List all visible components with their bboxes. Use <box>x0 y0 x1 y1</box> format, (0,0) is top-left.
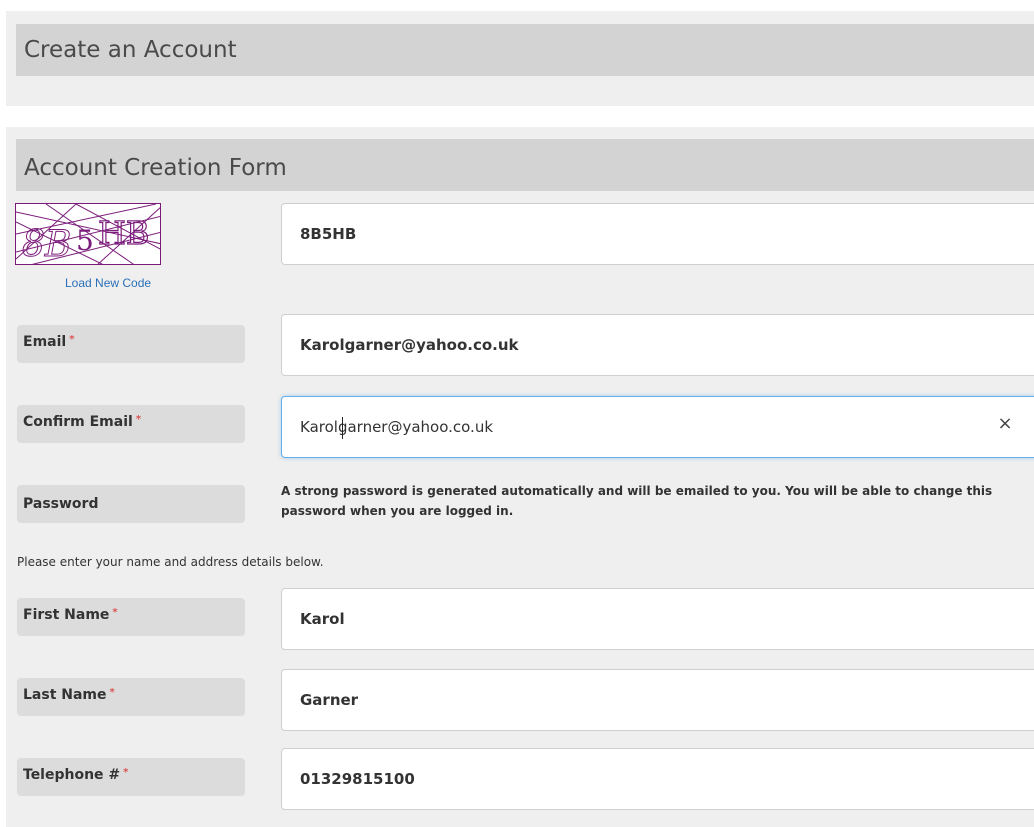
password-label-text: Password <box>23 496 99 512</box>
password-label: Password <box>17 485 245 523</box>
telephone-field[interactable]: 01329815100 <box>281 748 1034 810</box>
required-mark: * <box>109 687 115 698</box>
password-note: A strong password is generated automatic… <box>281 484 993 518</box>
page-title: Create an Account <box>16 24 1034 76</box>
last-name-label: Last Name * <box>17 678 245 716</box>
svg-text:HB: HB <box>98 214 149 252</box>
required-mark: * <box>112 607 118 618</box>
captcha-input[interactable]: 8B5HB <box>281 203 1034 265</box>
svg-text:8B: 8B <box>22 224 71 265</box>
create-account-panel: Create an Account <box>6 11 1034 106</box>
load-new-code-link[interactable]: Load New Code <box>65 276 151 290</box>
confirm-email-field[interactable]: Karolgarner@yahoo.co.uk <box>281 396 1034 458</box>
telephone-label-text: Telephone # <box>23 767 121 783</box>
last-name-label-text: Last Name <box>23 687 107 703</box>
required-mark: * <box>69 334 75 345</box>
email-field[interactable]: Karolgarner@yahoo.co.uk <box>281 314 1034 376</box>
confirm-email-label-text: Confirm Email <box>23 414 133 430</box>
first-name-field[interactable]: Karol <box>281 588 1034 650</box>
email-label-text: Email <box>23 334 67 350</box>
first-name-label: First Name * <box>17 598 245 636</box>
required-mark: * <box>135 414 142 425</box>
name-address-instruction: Please enter your name and address detai… <box>17 555 324 569</box>
text-caret <box>342 417 343 439</box>
telephone-label: Telephone # * <box>17 758 245 796</box>
required-mark: * <box>123 767 129 778</box>
close-icon[interactable]: × <box>995 413 1015 434</box>
form-title: Account Creation Form <box>16 139 1034 191</box>
svg-text:5: 5 <box>76 224 94 257</box>
first-name-label-text: First Name <box>23 607 110 623</box>
captcha-image: 8B 5 HB <box>15 203 161 265</box>
confirm-email-label: Confirm Email * <box>17 405 245 443</box>
last-name-field[interactable]: Garner <box>281 669 1034 731</box>
email-label: Email * <box>17 325 245 363</box>
